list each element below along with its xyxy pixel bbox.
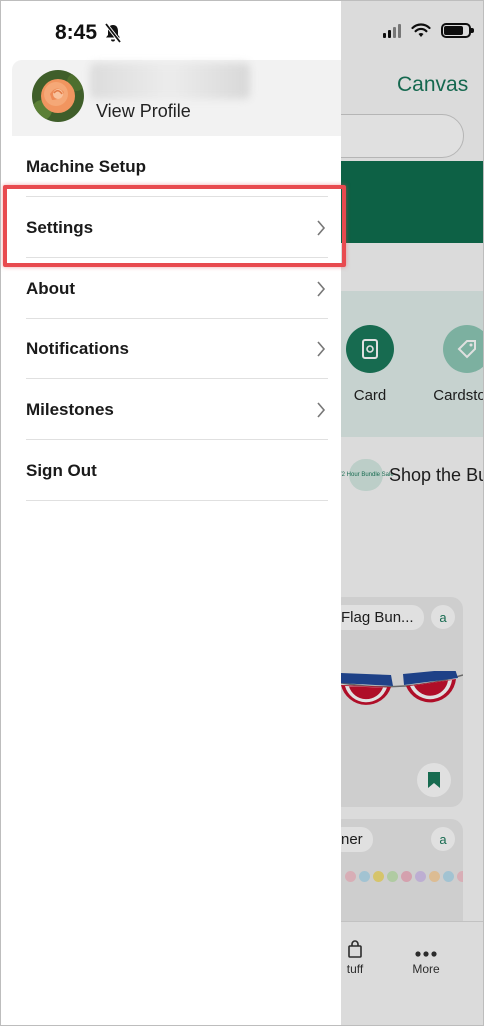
scrim-overlay[interactable]: [341, 1, 483, 1025]
redacted-username: [90, 63, 250, 99]
view-profile-link[interactable]: View Profile: [96, 101, 191, 122]
menu-item-sign-out[interactable]: Sign Out: [26, 441, 328, 501]
profile-header[interactable]: View Profile: [12, 60, 341, 136]
chevron-right-icon: [317, 280, 326, 297]
rose-avatar-icon: [32, 70, 84, 122]
menu-item-milestones[interactable]: Milestones: [26, 380, 328, 440]
menu-item-label: Machine Setup: [26, 156, 146, 176]
settings-highlight-box: [3, 185, 346, 267]
menu-item-about[interactable]: About: [26, 259, 328, 319]
bell-slash-icon: [104, 23, 122, 43]
menu-item-label: Milestones: [26, 399, 114, 419]
menu-item-notifications[interactable]: Notifications: [26, 319, 328, 379]
menu-item-label: Sign Out: [26, 460, 97, 480]
chevron-right-icon: [317, 340, 326, 357]
chevron-right-icon: [317, 401, 326, 418]
screenshot-frame: Canvas Card Cardstock 72 Hour Bundle Sal…: [0, 0, 484, 1026]
side-drawer: 8:45 View Profile Machine Setup Settings…: [1, 1, 346, 1025]
menu-item-label: Notifications: [26, 338, 129, 358]
menu-item-label: About: [26, 278, 76, 298]
status-time: 8:45: [55, 21, 98, 44]
